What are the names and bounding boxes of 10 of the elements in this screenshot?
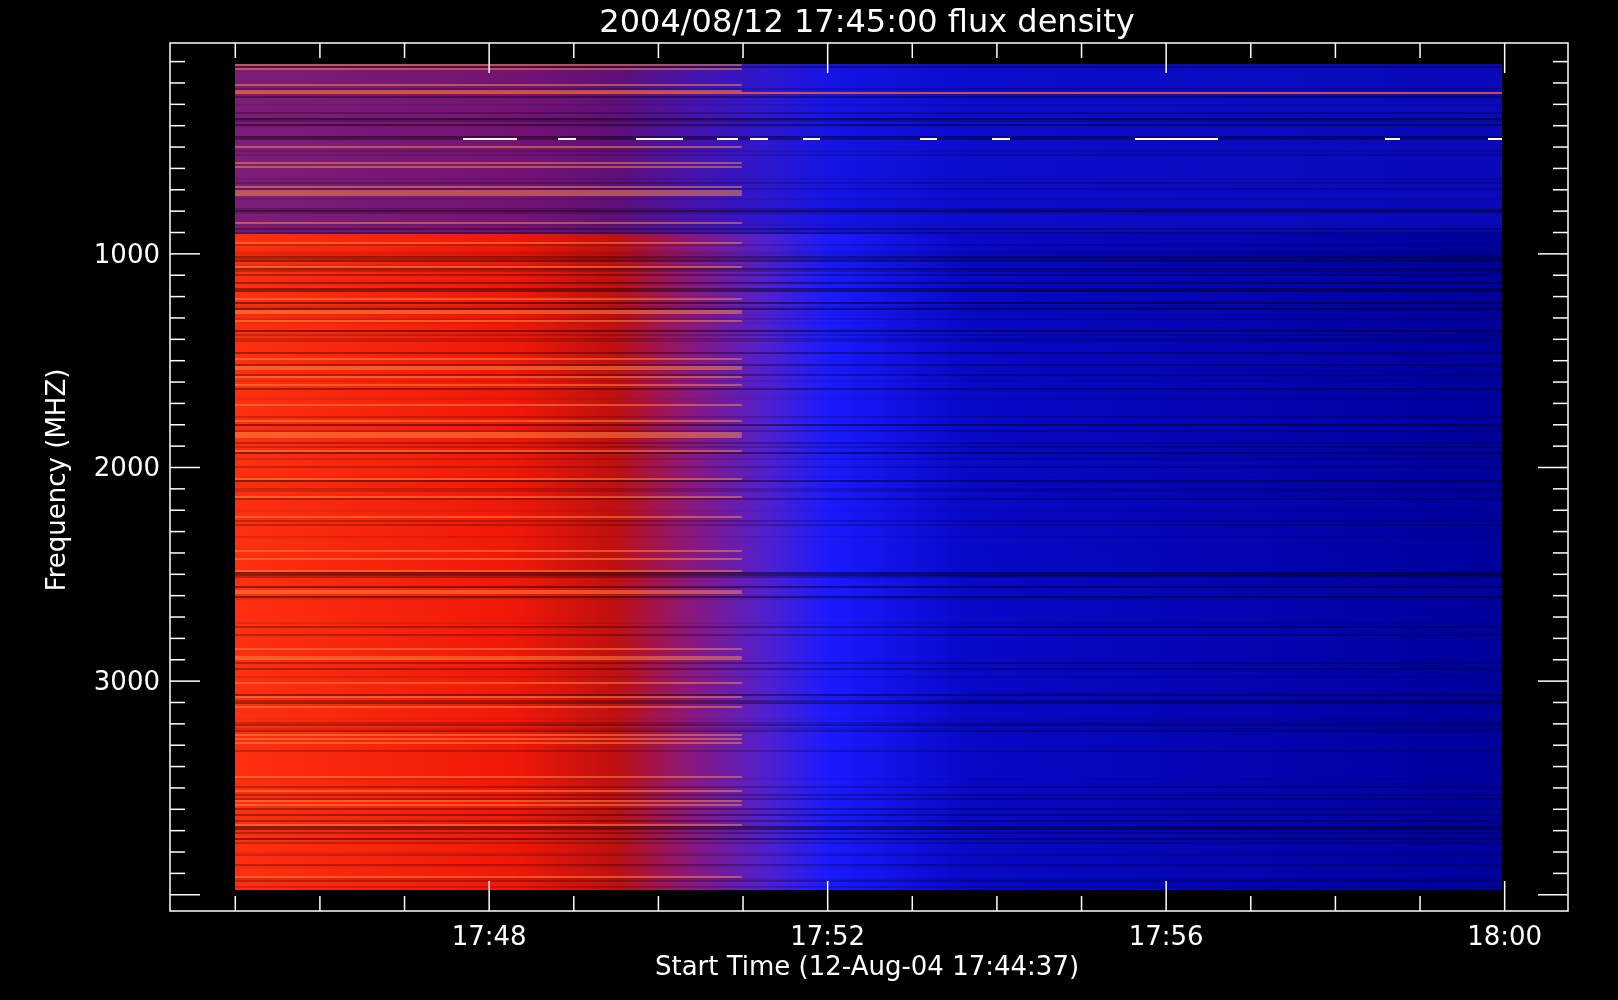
x-tick-label: 18:00 (1467, 921, 1543, 951)
y-axis-title: Frequency (MHZ) (41, 368, 71, 592)
y-tick-label: 3000 (93, 666, 160, 697)
chart-title: 2004/08/12 17:45:00 flux density (599, 2, 1135, 40)
x-tick-label: 17:48 (451, 921, 527, 951)
y-tick-label: 1000 (93, 238, 160, 269)
y-tick-label: 2000 (93, 452, 160, 483)
x-tick-label: 17:52 (790, 921, 866, 951)
x-axis-title: Start Time (12-Aug-04 17:44:37) (654, 951, 1080, 981)
x-tick-label: 17:56 (1128, 921, 1204, 951)
